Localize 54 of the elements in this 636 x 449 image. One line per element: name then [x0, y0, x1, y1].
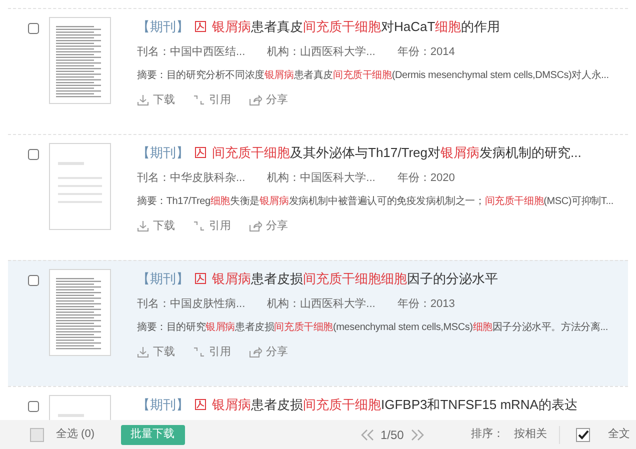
- result-title[interactable]: 银屑病患者皮损间充质干细胞IGFBP3和TNFSF15 mRNA的表达: [212, 395, 578, 414]
- action-link[interactable]: 引用: [193, 218, 231, 234]
- meta-field: 年份：2020: [397, 170, 455, 186]
- select-all-label[interactable]: 全选 (0): [56, 426, 94, 443]
- share-icon: [249, 220, 262, 232]
- download-icon: [137, 220, 149, 232]
- action-link[interactable]: 下载: [137, 344, 175, 360]
- type-tag: 【期刊】: [137, 269, 189, 288]
- action-link[interactable]: 引用: [193, 344, 231, 360]
- download-icon: [137, 346, 149, 358]
- quote-brackets-icon: [193, 220, 205, 232]
- meta-field: 年份：2014: [397, 44, 455, 60]
- result-checkbox[interactable]: [28, 275, 39, 286]
- meta-field: 刊名：中国皮肤性病...: [137, 296, 246, 312]
- share-icon: [249, 346, 262, 358]
- result-checkbox[interactable]: [28, 401, 39, 412]
- type-tag: 【期刊】: [137, 17, 189, 36]
- action-link[interactable]: 分享: [249, 92, 288, 108]
- result-checkbox[interactable]: [28, 23, 39, 34]
- abstract-text: 摘要：目的研究银屑病患者皮损间充质干细胞(mesenchymal stem cells,MSCs)细胞因子分泌水平。方法分离...: [137, 320, 608, 335]
- batch-download-button[interactable]: 批量下载: [120, 424, 184, 444]
- pdf-icon: [195, 147, 206, 158]
- download-icon: [137, 94, 149, 106]
- type-tag: 【期刊】: [137, 395, 189, 414]
- meta-field: 机构：山西医科大学...: [267, 44, 376, 60]
- action-link[interactable]: 下载: [137, 218, 175, 234]
- type-tag: 【期刊】: [137, 143, 189, 162]
- abstract-text: 摘要：Th17/Treg细胞失衡是银屑病发病机制中被普遍认可的免疫发病机制之一；间充质干细胞(MSC)可抑制T...: [137, 194, 614, 209]
- meta-field: 机构：山西医科大学...: [267, 296, 376, 312]
- checkbox[interactable]: [576, 428, 590, 442]
- pdf-icon: [195, 21, 206, 32]
- pdf-icon: [195, 273, 206, 284]
- pdf-icon: [195, 399, 206, 410]
- fulltext-label[interactable]: 全文: [608, 426, 630, 443]
- meta-field: 机构：中国医科大学...: [267, 170, 376, 186]
- action-link[interactable]: 分享: [249, 218, 288, 234]
- sort-option[interactable]: 按相关: [514, 426, 547, 443]
- meta-field: 刊名：中华皮肤科杂...: [137, 170, 246, 186]
- action-link[interactable]: 引用: [193, 92, 231, 108]
- result-title[interactable]: 间充质干细胞及其外泌体与Th17/Treg对银屑病发病机制的研究...: [212, 143, 582, 162]
- page-indicator: 1/50: [380, 426, 404, 444]
- meta-field: 刊名：中国中西医结...: [137, 44, 246, 60]
- meta-field: 年份：2013: [397, 296, 455, 312]
- abstract-text: 摘要：目的研究分析不同浓度银屑病患者真皮间充质干细胞(Dermis mesenchymal stem cells,DMSCs)对人永...: [137, 68, 609, 83]
- quote-brackets-icon: [193, 346, 205, 358]
- checkbox[interactable]: [30, 428, 44, 442]
- action-link[interactable]: 下载: [137, 92, 175, 108]
- sort-label: 排序：: [471, 426, 504, 442]
- quote-brackets-icon: [193, 94, 205, 106]
- result-checkbox[interactable]: [28, 149, 39, 160]
- result-title[interactable]: 银屑病患者皮损间充质干细胞细胞因子的分泌水平: [212, 269, 498, 288]
- result-title[interactable]: 银屑病患者真皮间充质干细胞对HaCaT细胞的作用: [212, 17, 500, 36]
- action-link[interactable]: 分享: [249, 344, 288, 360]
- share-icon: [249, 94, 262, 106]
